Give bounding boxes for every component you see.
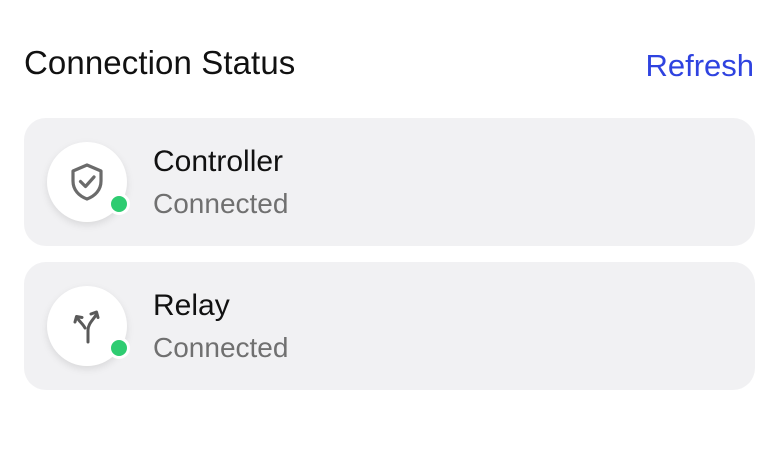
split-arrows-icon: [73, 310, 100, 344]
connection-text: Relay Connected: [153, 286, 288, 368]
panel-header: Connection Status Refresh: [24, 38, 754, 88]
connection-text: Controller Connected: [153, 142, 288, 224]
connection-item-relay[interactable]: Relay Connected: [24, 262, 755, 390]
connection-name: Relay: [153, 289, 230, 322]
panel-title: Connection Status: [24, 44, 296, 81]
shield-check-icon: [71, 163, 103, 201]
connection-item-controller[interactable]: Controller Connected: [24, 118, 755, 246]
status-indicator-dot: [108, 193, 130, 215]
connection-status: Connected: [153, 332, 289, 363]
status-indicator-dot: [108, 337, 130, 359]
connection-status-panel: Connection Status Refresh Controller Con…: [0, 0, 782, 456]
connection-status: Connected: [153, 188, 289, 219]
refresh-button[interactable]: Refresh: [645, 48, 754, 84]
connection-name: Controller: [153, 145, 284, 178]
